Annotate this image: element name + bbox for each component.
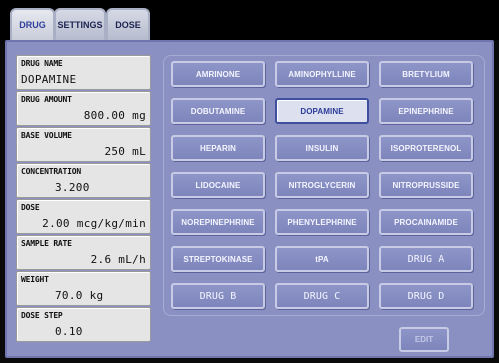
tab-bar: SETTINGS DOSE DRUG xyxy=(0,0,499,40)
drug-panel: DRUG NAME DOPAMINE DRUG AMOUNT 800.00 mg… xyxy=(5,40,494,358)
concentration-field[interactable]: CONCENTRATION 3.200 xyxy=(16,163,151,198)
drug-button-procainamide[interactable]: PROCAINAMIDE xyxy=(379,209,473,235)
drug-button-isoproterenol[interactable]: ISOPROTERENOL xyxy=(379,135,473,161)
tab-drug[interactable]: DRUG xyxy=(10,8,55,40)
drug-amount-field[interactable]: DRUG AMOUNT 800.00 mg xyxy=(16,91,151,126)
sample-rate-field[interactable]: SAMPLE RATE 2.6 mL/h xyxy=(16,235,151,270)
drug-button-tpa[interactable]: tPA xyxy=(275,246,369,272)
drug-button-insulin[interactable]: INSULIN xyxy=(275,135,369,161)
field-value: 2.6 mL/h xyxy=(90,253,146,266)
drug-button-heparin[interactable]: HEPARIN xyxy=(171,135,265,161)
drug-button-drug-c[interactable]: DRUG C xyxy=(275,283,369,309)
field-label: BASE VOLUME xyxy=(21,131,72,140)
tab-dose[interactable]: DOSE xyxy=(106,8,150,40)
tab-settings[interactable]: SETTINGS xyxy=(54,8,106,40)
drug-button-norepinephrine[interactable]: NOREPINEPHRINE xyxy=(171,209,265,235)
drug-button-streptokinase[interactable]: STREPTOKINASE xyxy=(171,246,265,272)
field-label: DOSE STEP xyxy=(21,311,63,320)
field-label: DOSE xyxy=(21,203,40,212)
base-volume-field[interactable]: BASE VOLUME 250 mL xyxy=(16,127,151,162)
dose-field[interactable]: DOSE 2.00 mcg/kg/min xyxy=(16,199,151,234)
drug-button-dobutamine[interactable]: DOBUTAMINE xyxy=(171,98,265,124)
field-label: SAMPLE RATE xyxy=(21,239,72,248)
drug-button-drug-d[interactable]: DRUG D xyxy=(379,283,473,309)
field-value: 250 mL xyxy=(104,145,146,158)
drug-button-bretylium[interactable]: BRETYLIUM xyxy=(379,61,473,87)
field-value: 800.00 mg xyxy=(83,109,146,122)
field-value: 0.10 xyxy=(55,325,83,338)
drug-button-nitroglycerin[interactable]: NITROGLYCERIN xyxy=(275,172,369,198)
field-value: DOPAMINE xyxy=(21,73,77,86)
drug-button-dopamine[interactable]: DOPAMINE xyxy=(275,98,369,124)
drug-button-drug-a[interactable]: DRUG A xyxy=(379,246,473,272)
field-value: 2.00 mcg/kg/min xyxy=(42,217,146,230)
field-label: CONCENTRATION xyxy=(21,167,82,176)
drug-button-aminophylline[interactable]: AMINOPHYLLINE xyxy=(275,61,369,87)
field-label: DRUG AMOUNT xyxy=(21,95,72,104)
drug-button-nitroprusside[interactable]: NITROPRUSSIDE xyxy=(379,172,473,198)
edit-button[interactable]: EDIT xyxy=(399,327,449,352)
drug-button-amrinone[interactable]: AMRINONE xyxy=(171,61,265,87)
weight-field[interactable]: WEIGHT 70.0 kg xyxy=(16,271,151,306)
drug-button-lidocaine[interactable]: LIDOCAINE xyxy=(171,172,265,198)
field-value: 3.200 xyxy=(55,181,90,194)
drug-button-drug-b[interactable]: DRUG B xyxy=(171,283,265,309)
field-label: DRUG NAME xyxy=(21,59,63,68)
field-value: 70.0 kg xyxy=(55,289,104,302)
dose-step-field[interactable]: DOSE STEP 0.10 xyxy=(16,307,151,342)
drug-button-epinephrine[interactable]: EPINEPHRINE xyxy=(379,98,473,124)
drug-name-field[interactable]: DRUG NAME DOPAMINE xyxy=(16,55,151,90)
field-label: WEIGHT xyxy=(21,275,49,284)
drug-button-phenylephrine[interactable]: PHENYLEPHRINE xyxy=(275,209,369,235)
